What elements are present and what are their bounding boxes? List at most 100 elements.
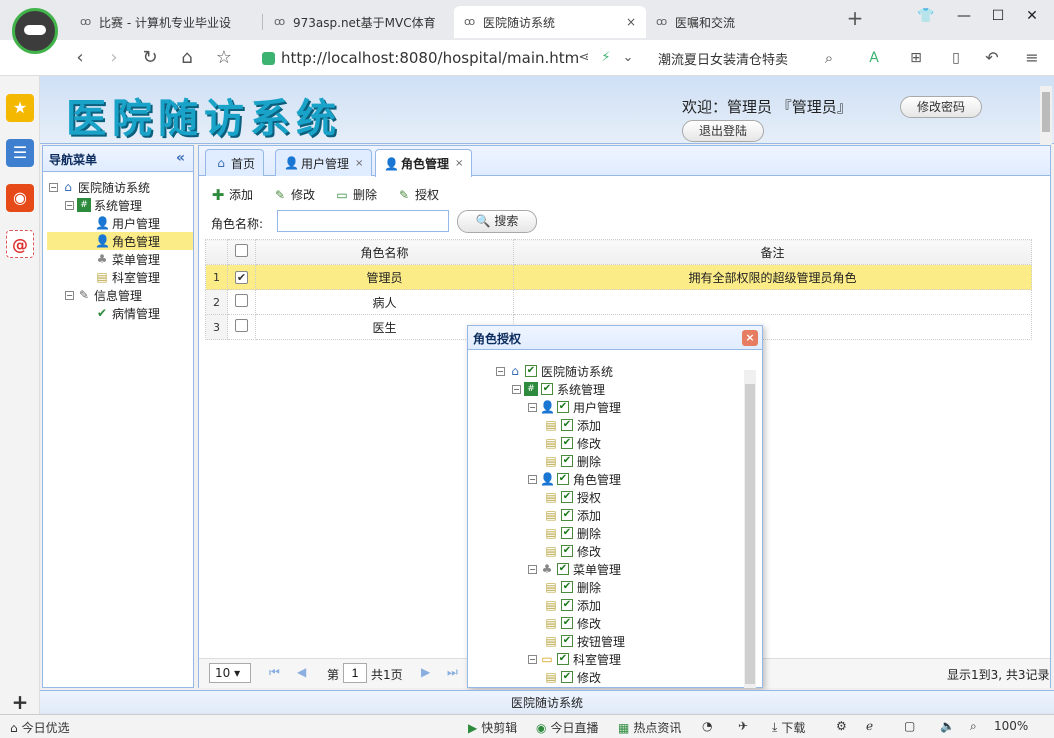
dialog-tree-node[interactable]: ▤ ✔ 修改 (544, 542, 601, 560)
sound-icon[interactable]: 🔈 (940, 719, 955, 733)
dialog-tree-node[interactable]: − 👤 ✔ 角色管理 (528, 470, 621, 488)
add-button[interactable]: ✚ 添加 (211, 186, 253, 203)
nav-item-users[interactable]: 👤 用户管理 (95, 214, 160, 232)
page-size-select[interactable]: 10 ▾ (209, 663, 251, 683)
page-input[interactable] (343, 663, 367, 683)
change-password-button[interactable]: 修改密码 (900, 96, 982, 118)
window-icon[interactable]: ▢ (904, 719, 915, 733)
tools-icon[interactable]: ⚙ (836, 719, 847, 733)
mail-icon[interactable]: @ (6, 230, 34, 258)
node-checkbox[interactable]: ✔ (525, 365, 537, 377)
star-icon[interactable]: ☆ (212, 46, 236, 70)
favorites-icon[interactable]: ★ (6, 94, 34, 122)
node-checkbox[interactable]: ✔ (561, 671, 573, 683)
close-icon[interactable]: × (742, 330, 758, 346)
status-today-picks[interactable]: ⌂ 今日优选 (10, 719, 70, 736)
forward-icon[interactable]: › (102, 46, 126, 70)
dialog-tree-node[interactable]: − ♣ ✔ 菜单管理 (528, 560, 621, 578)
zoom-level[interactable]: 100% (994, 719, 1028, 733)
dialog-tree-node[interactable]: ▤ ✔ 按钮管理 (544, 632, 625, 650)
page-scrollbar[interactable] (1040, 86, 1052, 144)
node-checkbox[interactable]: ✔ (541, 383, 553, 395)
node-checkbox[interactable]: ✔ (561, 419, 573, 431)
collapse-toggle-icon[interactable]: − (528, 654, 537, 664)
status-item[interactable]: ◉ 今日直播 (536, 719, 599, 736)
dialog-tree-node[interactable]: ▤ ✔ 添加 (544, 416, 601, 434)
node-checkbox[interactable]: ✔ (561, 581, 573, 593)
row-checkbox[interactable] (227, 289, 256, 315)
speed-icon[interactable]: ◔ (702, 719, 712, 733)
status-item[interactable]: ▶ 快剪辑 (468, 719, 517, 736)
select-all-checkbox[interactable] (227, 239, 256, 265)
ie-icon[interactable]: ℯ (866, 719, 873, 733)
collapse-toggle-icon[interactable]: − (49, 182, 58, 192)
nav-item-roles[interactable]: 👤 角色管理 (47, 232, 193, 250)
collapse-toggle-icon[interactable]: − (65, 200, 74, 210)
apps-icon[interactable]: ⊞ (904, 46, 928, 70)
chevron-down-icon[interactable]: ⌄ (616, 46, 640, 70)
status-item[interactable]: ⤓ 下载 (772, 719, 805, 736)
node-checkbox[interactable]: ✔ (561, 491, 573, 503)
collapse-toggle-icon[interactable]: − (496, 366, 505, 376)
maximize-icon[interactable]: ☐ (986, 8, 1010, 28)
node-checkbox[interactable]: ✔ (561, 599, 573, 611)
tab-973asp[interactable]: ꝏ 973asp.net基于MVC体育 (264, 6, 452, 38)
reader-list-icon[interactable]: ☰ (6, 139, 34, 167)
node-checkbox[interactable]: ✔ (561, 527, 573, 539)
last-page-icon[interactable]: ⏭ (447, 665, 458, 680)
search-icon[interactable]: ⌕ (817, 46, 841, 70)
tab-home[interactable]: ⌂ 首页 (205, 149, 265, 176)
pin-icon[interactable]: ✈ (738, 719, 748, 733)
row-checkbox[interactable] (227, 314, 256, 340)
collapse-toggle-icon[interactable]: − (65, 290, 74, 300)
new-tab-button[interactable]: + (843, 6, 867, 30)
node-checkbox[interactable]: ✔ (561, 545, 573, 557)
nav-item-hospital[interactable]: − ⌂ 医院随访系统 (49, 178, 150, 196)
reader-icon[interactable]: ▯ (944, 46, 968, 70)
close-icon[interactable]: × (455, 158, 463, 169)
lightning-icon[interactable]: ⚡ (594, 46, 618, 70)
back-icon[interactable]: ‹ (68, 46, 92, 70)
nav-item-illness[interactable]: ✔ 病情管理 (95, 304, 160, 322)
node-checkbox[interactable]: ✔ (557, 653, 569, 665)
logout-button[interactable]: 退出登陆 (682, 120, 764, 142)
delete-button[interactable]: ▭ 删除 (335, 186, 377, 203)
collapse-toggle-icon[interactable]: − (512, 384, 521, 394)
search-button[interactable]: 🔍 搜索 (457, 210, 537, 233)
tab-user-management[interactable]: 👤 用户管理 × (275, 149, 373, 176)
add-icon[interactable]: + (6, 688, 34, 716)
table-row[interactable]: 1 ✔ 管理员 拥有全部权限的超级管理员角色 (205, 264, 1032, 290)
header-note[interactable]: 备注 (513, 239, 1032, 265)
menu-icon[interactable]: ≡ (1020, 46, 1044, 70)
prev-page-icon[interactable]: ◀ (297, 665, 306, 679)
reload-icon[interactable]: ↻ (138, 46, 162, 70)
dialog-tree-node[interactable]: ▤ ✔ 删除 (544, 452, 601, 470)
undo-icon[interactable]: ↶ (980, 46, 1004, 70)
dialog-scrollbar[interactable] (744, 370, 756, 688)
node-checkbox[interactable]: ✔ (557, 563, 569, 575)
weibo-icon[interactable]: ◉ (6, 184, 34, 212)
dialog-tree-node[interactable]: ▤ ✔ 删除 (544, 524, 601, 542)
shirt-icon[interactable]: 👕 (914, 8, 938, 28)
node-checkbox[interactable]: ✔ (561, 437, 573, 449)
edit-button[interactable]: ✎ 修改 (273, 186, 315, 203)
promo-text[interactable]: 潮流夏日女装清仓特卖 (658, 49, 788, 68)
node-checkbox[interactable]: ✔ (561, 509, 573, 521)
node-checkbox[interactable]: ✔ (561, 635, 573, 647)
collapse-icon[interactable]: « (176, 150, 185, 166)
dialog-tree-node[interactable]: ▤ ✔ 修改 (544, 614, 601, 632)
node-checkbox[interactable]: ✔ (557, 473, 569, 485)
grant-button[interactable]: ✎ 授权 (397, 186, 439, 203)
dialog-tree-node[interactable]: ▤ ✔ 添加 (544, 506, 601, 524)
minimize-icon[interactable]: — (952, 8, 976, 28)
tab-yizhu[interactable]: ꝏ 医嘱和交流 (646, 6, 836, 38)
tab-role-management[interactable]: 👤 角色管理 × (375, 149, 473, 177)
node-checkbox[interactable]: ✔ (561, 455, 573, 467)
nav-item-info[interactable]: − ✎ 信息管理 (65, 286, 142, 304)
table-row[interactable]: 2 病人 (205, 289, 1032, 315)
dialog-tree-node[interactable]: ▤ ✔ 删除 (544, 578, 601, 596)
dialog-tree-node[interactable]: ▤ ✔ 修改 (544, 434, 601, 452)
dialog-tree-node[interactable]: ▤ ✔ 添加 (544, 596, 601, 614)
home-icon[interactable]: ⌂ (175, 46, 199, 70)
tab-bisai[interactable]: ꝏ 比赛 - 计算机专业毕业设 (70, 6, 260, 38)
